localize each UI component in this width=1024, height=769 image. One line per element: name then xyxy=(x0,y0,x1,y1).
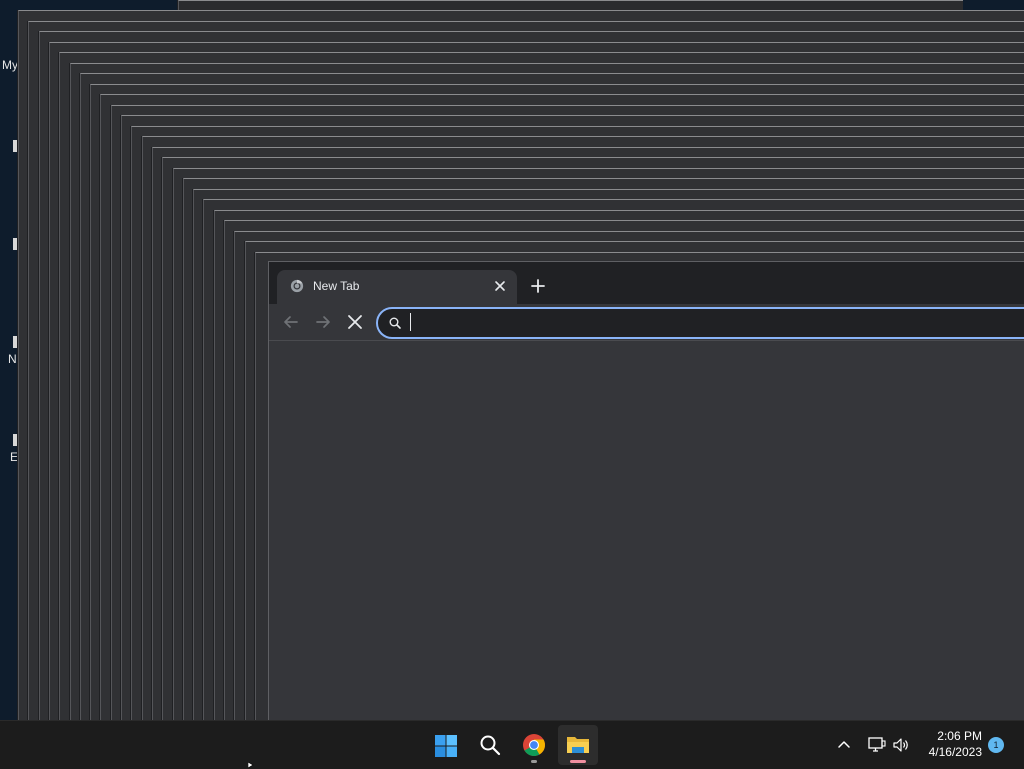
search-button[interactable] xyxy=(470,725,510,765)
close-icon[interactable] xyxy=(492,278,508,294)
chrome-icon xyxy=(522,733,546,757)
desktop: My N E New Tab xyxy=(0,0,1024,720)
address-input[interactable] xyxy=(410,312,1014,336)
network-icon[interactable] xyxy=(867,735,887,755)
taskbar: 2:06 PM 4/16/2023 1 xyxy=(0,720,1024,769)
search-icon xyxy=(388,316,402,330)
browser-window[interactable]: New Tab xyxy=(268,261,1024,720)
windows-start-icon xyxy=(434,734,458,758)
chrome-icon xyxy=(290,279,304,293)
address-bar[interactable] xyxy=(376,307,1024,339)
clock[interactable]: 2:06 PM 4/16/2023 xyxy=(918,728,982,760)
start-button[interactable] xyxy=(426,725,466,765)
volume-icon[interactable] xyxy=(891,735,911,755)
mouse-cursor-icon xyxy=(248,762,258,768)
clock-date: 4/16/2023 xyxy=(918,744,982,760)
browser-toolbar xyxy=(269,304,1024,341)
plus-icon[interactable] xyxy=(529,277,547,295)
arrow-left-icon[interactable] xyxy=(281,312,301,332)
notification-badge[interactable]: 1 xyxy=(988,737,1004,753)
tab-new-tab[interactable]: New Tab xyxy=(277,270,517,304)
taskbar-file-explorer[interactable] xyxy=(558,725,598,765)
running-indicator xyxy=(531,760,537,763)
active-indicator xyxy=(570,760,586,763)
arrow-right-icon[interactable] xyxy=(313,312,333,332)
new-tab-page xyxy=(269,341,1024,720)
taskbar-chrome[interactable] xyxy=(514,725,554,765)
clock-time: 2:06 PM xyxy=(918,728,982,744)
folder-icon xyxy=(566,734,590,756)
chevron-up-icon[interactable] xyxy=(836,737,852,753)
stop-loading-icon[interactable] xyxy=(345,312,365,332)
tab-title: New Tab xyxy=(313,279,359,293)
search-icon xyxy=(479,734,501,756)
tab-strip[interactable]: New Tab xyxy=(269,262,1024,304)
